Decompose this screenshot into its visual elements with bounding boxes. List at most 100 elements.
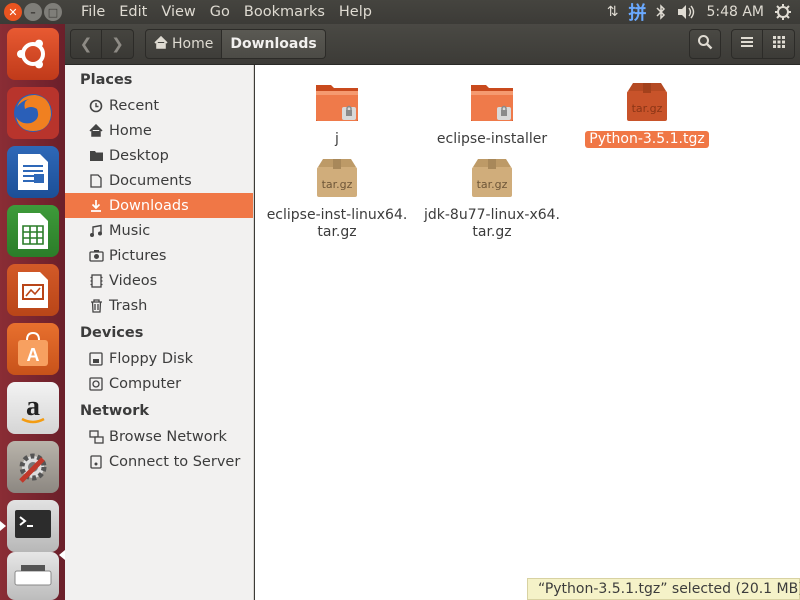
sidebar-item-downloads[interactable]: Downloads — [65, 193, 253, 218]
archive-badge: tar.gz — [322, 178, 353, 191]
forward-button[interactable]: ❯ — [102, 29, 134, 59]
ubuntu-software-icon[interactable]: A — [7, 323, 59, 375]
hamburger-icon — [740, 36, 754, 52]
removable-drive-icon[interactable] — [7, 552, 59, 600]
home-icon — [154, 35, 168, 53]
running-indicator — [0, 521, 6, 531]
file-name-line2: tar.gz — [317, 224, 357, 240]
path-home-button[interactable]: Home — [145, 29, 223, 59]
sidebar-item-trash[interactable]: Trash — [65, 293, 253, 318]
menu-help[interactable]: Help — [332, 4, 379, 20]
download-icon — [88, 198, 104, 214]
keyboard-input-icon[interactable]: 拼 — [628, 0, 646, 25]
system-gear-icon[interactable] — [774, 3, 792, 21]
archive-icon: tar.gz — [472, 159, 512, 197]
history-nav: ❮ ❯ — [70, 29, 134, 59]
file-name: Python-3.5.1.tgz — [585, 131, 709, 148]
sidebar-label-pictures: Pictures — [109, 247, 167, 264]
libreoffice-calc-icon[interactable] — [7, 205, 59, 257]
system-settings-icon[interactable] — [7, 441, 59, 493]
folder-icon — [88, 148, 104, 164]
window-controls: ✕ – □ — [4, 3, 68, 21]
network-header: Network — [80, 403, 150, 419]
network-icon — [88, 429, 104, 445]
locked-folder-icon — [316, 85, 358, 121]
menu-button[interactable] — [731, 29, 763, 59]
top-panel: ✕ – □ File Edit View Go Bookmarks Help ⇅… — [0, 0, 800, 24]
amazon-icon[interactable]: a — [7, 382, 59, 434]
selection-status: “Python-3.5.1.tgz” selected (20.1 MB) — [527, 578, 800, 600]
locked-folder-icon — [471, 85, 513, 121]
sidebar-label-trash: Trash — [109, 297, 148, 314]
file-name-line1: eclipse-inst-linux64. — [266, 207, 408, 223]
file-item-eclipse-installer[interactable]: eclipse-installer — [417, 79, 567, 148]
sidebar-item-videos[interactable]: Videos — [65, 268, 253, 293]
grid-view-button[interactable] — [763, 29, 795, 59]
sidebar-label-browse-network: Browse Network — [109, 428, 227, 445]
sidebar-item-pictures[interactable]: Pictures — [65, 243, 253, 268]
sidebar-item-music[interactable]: Music — [65, 218, 253, 243]
archive-icon: tar.gz — [317, 159, 357, 197]
sidebar-label-videos: Videos — [109, 272, 158, 289]
svg-text:a: a — [26, 391, 40, 422]
indicator-area: ⇅ 拼 5:48 AM — [607, 0, 792, 25]
menu-bookmarks[interactable]: Bookmarks — [237, 4, 332, 20]
file-item-eclipse-inst-tar[interactable]: tar.gz eclipse-inst-linux64. tar.gz — [262, 155, 412, 241]
menu-go[interactable]: Go — [203, 4, 237, 20]
file-item-jdk-tar[interactable]: tar.gz jdk-8u77-linux-x64. tar.gz — [417, 155, 567, 241]
sidebar-item-browse-network[interactable]: Browse Network — [65, 424, 253, 449]
file-name: eclipse-installer — [436, 131, 548, 147]
volume-icon[interactable] — [676, 4, 696, 20]
archive-badge: tar.gz — [477, 178, 508, 191]
sidebar-label-downloads: Downloads — [109, 197, 189, 214]
menubar: File Edit View Go Bookmarks Help — [74, 4, 379, 20]
file-item-python-tgz[interactable]: tar.gz Python-3.5.1.tgz — [572, 79, 722, 148]
sidebar-item-home[interactable]: Home — [65, 118, 253, 143]
sidebar-item-computer[interactable]: Computer — [65, 371, 253, 396]
sidebar-label-documents: Documents — [109, 172, 192, 189]
sidebar-item-floppy[interactable]: Floppy Disk — [65, 346, 253, 371]
file-item-j[interactable]: j — [262, 79, 412, 148]
chevron-right-icon: ❯ — [111, 35, 124, 53]
sidebar-label-recent: Recent — [109, 97, 160, 114]
path-downloads-button[interactable]: Downloads — [222, 29, 326, 59]
close-window-button[interactable]: ✕ — [4, 3, 22, 21]
file-view[interactable]: j eclipse-installer tar.gz Python-3.5.1.… — [255, 65, 800, 600]
camera-icon — [88, 248, 104, 264]
home-icon — [88, 123, 104, 139]
maximize-window-button[interactable]: □ — [44, 3, 62, 21]
search-button[interactable] — [689, 29, 721, 59]
sidebar-item-desktop[interactable]: Desktop — [65, 143, 253, 168]
archive-icon: tar.gz — [627, 83, 667, 121]
chevron-left-icon: ❮ — [79, 35, 93, 53]
libreoffice-impress-icon[interactable] — [7, 264, 59, 316]
clock-time[interactable]: 5:48 AM — [706, 4, 764, 20]
sidebar-item-documents[interactable]: Documents — [65, 168, 253, 193]
minimize-window-button[interactable]: – — [24, 3, 42, 21]
bluetooth-icon[interactable] — [656, 4, 666, 20]
ubuntu-dash-icon[interactable] — [7, 28, 59, 80]
view-options — [731, 29, 795, 59]
floppy-icon — [88, 351, 104, 367]
places-sidebar: Places Recent Home Desktop Documents Dow… — [65, 65, 254, 600]
network-transfer-icon[interactable]: ⇅ — [607, 4, 619, 20]
terminal-icon[interactable] — [7, 500, 59, 552]
file-name: eclipse-inst-linux64. tar.gz — [263, 207, 412, 241]
back-button[interactable]: ❮ — [70, 29, 102, 59]
sidebar-label-floppy: Floppy Disk — [109, 350, 193, 367]
file-name-line2: tar.gz — [472, 224, 512, 240]
firefox-icon[interactable] — [7, 87, 59, 139]
libreoffice-writer-icon[interactable] — [7, 146, 59, 198]
svg-text:A: A — [27, 345, 40, 365]
grid-icon — [772, 35, 786, 53]
sidebar-item-recent[interactable]: Recent — [65, 93, 253, 118]
menu-file[interactable]: File — [74, 4, 112, 20]
menu-view[interactable]: View — [154, 4, 202, 20]
sidebar-item-connect-server[interactable]: Connect to Server — [65, 449, 253, 474]
path-downloads-label: Downloads — [230, 36, 317, 52]
sidebar-label-desktop: Desktop — [109, 147, 169, 164]
file-name-line1: jdk-8u77-linux-x64. — [424, 207, 560, 223]
file-name: j — [335, 131, 339, 147]
menu-edit[interactable]: Edit — [112, 4, 154, 20]
file-name: jdk-8u77-linux-x64. tar.gz — [420, 207, 564, 241]
